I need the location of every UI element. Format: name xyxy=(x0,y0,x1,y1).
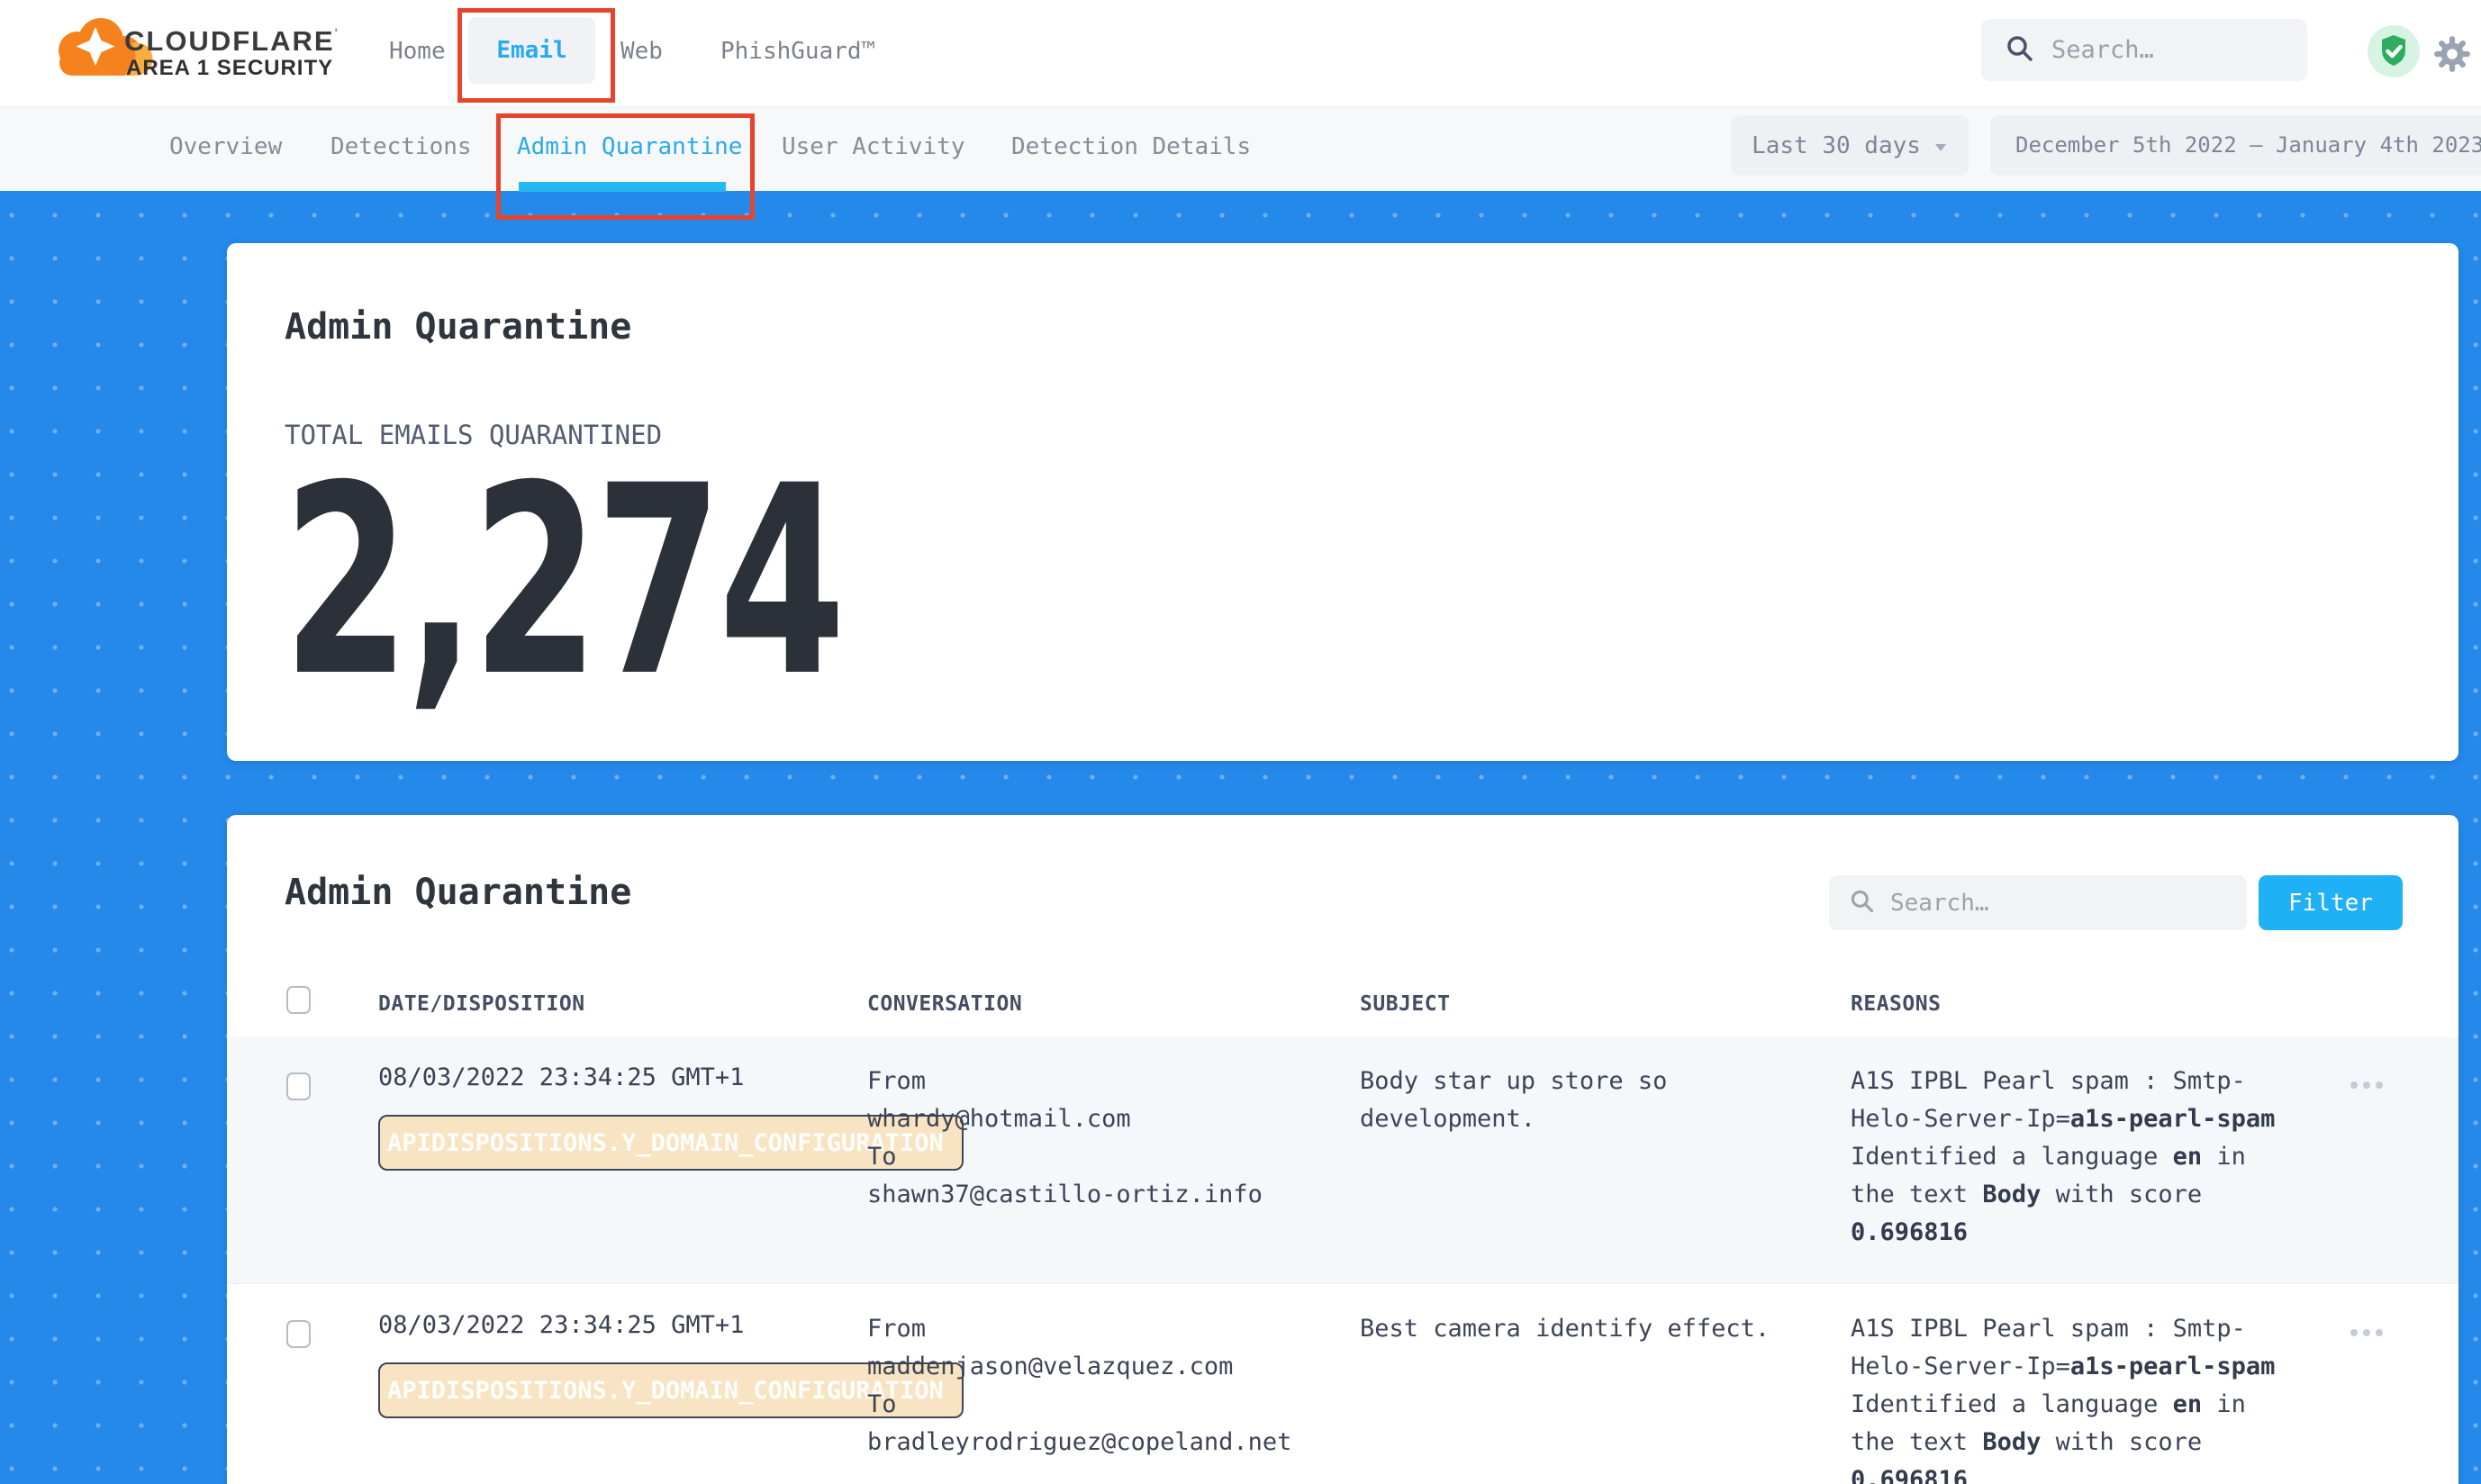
row-checkbox[interactable] xyxy=(286,1072,311,1100)
subnav-detection-details[interactable]: Detection Details xyxy=(1011,133,1251,160)
subnav-detections[interactable]: Detections xyxy=(330,133,472,160)
row-date: 08/03/2022 23:34:25 GMT+1 xyxy=(378,1063,744,1091)
row-subject: Body star up store so development. xyxy=(1360,1063,1667,1138)
table-card-title: Admin Quarantine xyxy=(285,872,631,913)
conversation-to-address[interactable]: bradleyrodriguez@copeland.net xyxy=(867,1424,1291,1461)
row-reasons: A1S IPBL Pearl spam : Smtp- Helo-Server-… xyxy=(1851,1063,2301,1252)
global-search-input[interactable] xyxy=(2050,35,2278,65)
conversation-to-address[interactable]: shawn37@castillo-ortiz.info xyxy=(867,1176,1263,1214)
table-row: 08/03/2022 23:34:25 GMT+1 APIDISPOSITION… xyxy=(227,1036,2458,1283)
quarantine-table-card: Admin Quarantine Filter DATE/DISPOSITION… xyxy=(227,815,2458,1484)
date-range-dropdown-label: Last 30 days xyxy=(1752,132,1921,159)
summary-card: Admin Quarantine TOTAL EMAILS QUARANTINE… xyxy=(227,243,2458,761)
row-date: 08/03/2022 23:34:25 GMT+1 xyxy=(378,1311,744,1339)
row-conversation: From whardy@hotmail.com To shawn37@casti… xyxy=(867,1063,1263,1214)
conversation-from-address[interactable]: maddenjason@velazquez.com xyxy=(867,1348,1291,1386)
tab-email[interactable]: Email xyxy=(468,17,595,84)
summary-card-title: Admin Quarantine xyxy=(285,306,631,348)
security-shield-badge-icon[interactable] xyxy=(2367,24,2421,82)
tab-phishguard[interactable]: PhishGuard™ xyxy=(720,38,875,65)
conversation-from-label: From xyxy=(867,1063,1263,1100)
subnav-overview[interactable]: Overview xyxy=(169,133,282,160)
subnav-user-activity[interactable]: User Activity xyxy=(782,133,965,160)
brand-trademark: ' xyxy=(335,25,340,40)
settings-gear-icon[interactable] xyxy=(2431,33,2473,78)
column-header-conversation: CONVERSATION xyxy=(867,992,1022,1016)
search-icon xyxy=(1849,888,1876,918)
table-rows: 08/03/2022 23:34:25 GMT+1 APIDISPOSITION… xyxy=(227,1036,2458,1484)
tab-web[interactable]: Web xyxy=(620,38,663,65)
date-range-dropdown[interactable]: Last 30 days xyxy=(1731,115,1969,176)
page-background: Admin Quarantine TOTAL EMAILS QUARANTINE… xyxy=(0,191,2481,1484)
tab-home[interactable]: Home xyxy=(389,38,446,65)
row-subject: Best camera identify effect. xyxy=(1360,1310,1770,1348)
brand-subtitle: AREA 1 SECURITY xyxy=(126,56,333,81)
global-search[interactable] xyxy=(1981,19,2307,81)
chevron-down-icon xyxy=(1933,132,1948,159)
column-header-subject: SUBJECT xyxy=(1360,992,1450,1016)
table-header-row: DATE/DISPOSITION CONVERSATION SUBJECT RE… xyxy=(227,982,2458,1036)
active-tab-underline xyxy=(519,182,726,192)
disposition-badge-label: APIDISPOSITIONS.Y_DOMAIN_CONFIGURATION xyxy=(387,1377,944,1405)
row-conversation: From maddenjason@velazquez.com To bradle… xyxy=(867,1310,1291,1461)
select-all-checkbox[interactable] xyxy=(286,986,311,1014)
column-header-reasons: REASONS xyxy=(1851,992,1941,1016)
table-row: 08/03/2022 23:34:25 GMT+1 APIDISPOSITION… xyxy=(227,1283,2458,1484)
row-actions-menu[interactable] xyxy=(2350,1081,2383,1089)
row-reasons: A1S IPBL Pearl spam : Smtp- Helo-Server-… xyxy=(1851,1310,2301,1484)
search-icon xyxy=(2005,33,2035,68)
top-header: CLOUDFLARE' AREA 1 SECURITY Home Email W… xyxy=(0,0,2481,107)
app-window: CLOUDFLARE' AREA 1 SECURITY Home Email W… xyxy=(0,0,2481,1484)
disposition-badge-label: APIDISPOSITIONS.Y_DOMAIN_CONFIGURATION xyxy=(387,1129,944,1157)
column-header-date: DATE/DISPOSITION xyxy=(378,992,585,1016)
row-actions-menu[interactable] xyxy=(2350,1329,2383,1336)
metric-value: 2,274 xyxy=(283,452,842,713)
subnav-admin-quarantine[interactable]: Admin Quarantine xyxy=(517,133,742,160)
conversation-to-label: To xyxy=(867,1138,1263,1176)
conversation-from-address[interactable]: whardy@hotmail.com xyxy=(867,1100,1263,1138)
table-search[interactable] xyxy=(1829,875,2247,930)
conversation-from-label: From xyxy=(867,1310,1291,1348)
date-range-display[interactable]: December 5th 2022 — January 4th 2023 xyxy=(1990,115,2481,176)
brand-name: CLOUDFLARE' xyxy=(124,25,340,58)
email-subnav: Overview Detections Admin Quarantine Use… xyxy=(0,107,2481,191)
filter-button[interactable]: Filter xyxy=(2259,875,2403,930)
row-checkbox[interactable] xyxy=(286,1320,311,1348)
conversation-to-label: To xyxy=(867,1386,1291,1424)
table-search-input[interactable] xyxy=(1888,889,2198,918)
tab-email-label: Email xyxy=(496,37,566,64)
